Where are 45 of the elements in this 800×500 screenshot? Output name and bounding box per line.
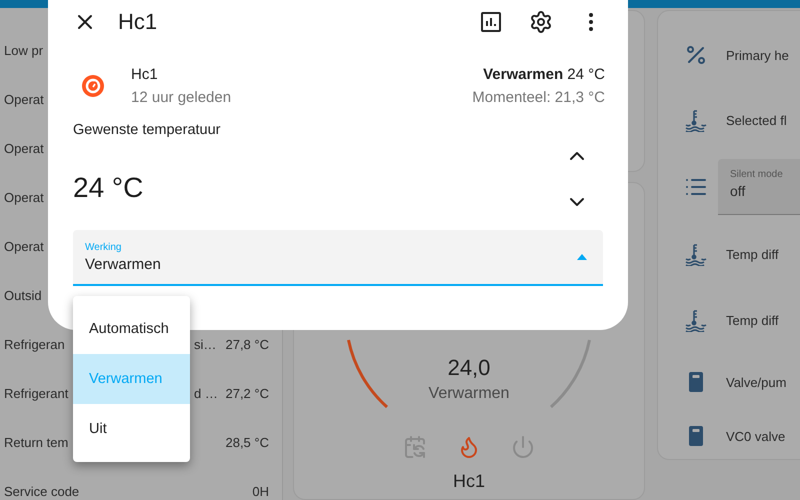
percent-icon — [684, 43, 708, 67]
row-label: Operat — [4, 239, 44, 254]
row-value: 27,2 °C — [225, 386, 269, 401]
row-label: si… — [194, 337, 216, 352]
thermostat-name: Hc1 — [452, 471, 485, 492]
row-label: Operat — [4, 190, 44, 205]
row-label: Operat — [4, 92, 44, 107]
row-label: Temp diff — [726, 246, 779, 262]
dialog-title: Hc1 — [118, 9, 158, 35]
menu-item[interactable]: Automatisch — [73, 304, 190, 354]
settings-icon[interactable] — [529, 10, 553, 34]
row-label: Refrigeran — [4, 337, 65, 352]
thermometer-water-icon — [684, 108, 708, 132]
thermometer-water-icon — [684, 308, 708, 332]
dial-mode: Verwarmen — [428, 385, 510, 403]
row-value: 28,5 °C — [225, 435, 269, 450]
dial-arc — [347, 340, 388, 408]
row-label: Selected fl — [726, 112, 787, 128]
row-label: Temp diff — [726, 312, 779, 328]
dial-value: 24,0 — [448, 355, 490, 381]
last-updated: 12 uur geleden — [131, 89, 232, 106]
mode-select[interactable]: Werking Verwarmen — [73, 230, 603, 286]
row-label: Outsid — [4, 288, 42, 303]
target-label: Gewenste temperatuur — [73, 122, 220, 138]
row-label: Valve/pum — [726, 374, 786, 390]
target-temperature: 24 °C — [73, 172, 144, 204]
thermometer-water-icon — [684, 242, 708, 266]
current-temperature: Momenteel: 21,3 °C — [472, 89, 605, 106]
row-value: 0H — [252, 484, 269, 499]
menu-item[interactable]: Uit — [73, 404, 190, 454]
entity-state: Verwarmen 24 °C — [483, 66, 605, 83]
entity-name: Hc1 — [131, 66, 159, 83]
select-field[interactable]: Silent mode off — [718, 159, 800, 215]
row-label: Primary he — [726, 48, 789, 62]
row-label: d … — [194, 386, 218, 401]
chart-icon[interactable] — [479, 10, 503, 34]
row-label: Operat — [4, 141, 44, 156]
row-label: VC0 valve — [726, 428, 786, 444]
row-label: Refrigerant — [4, 386, 68, 401]
dial-arc — [550, 340, 591, 408]
row-value: 27,8 °C — [225, 337, 269, 352]
row-label: Return tem — [4, 435, 68, 450]
row-label: Service code — [4, 484, 80, 499]
thermostat-icon — [81, 74, 105, 98]
row-label: Low pr — [4, 43, 44, 58]
